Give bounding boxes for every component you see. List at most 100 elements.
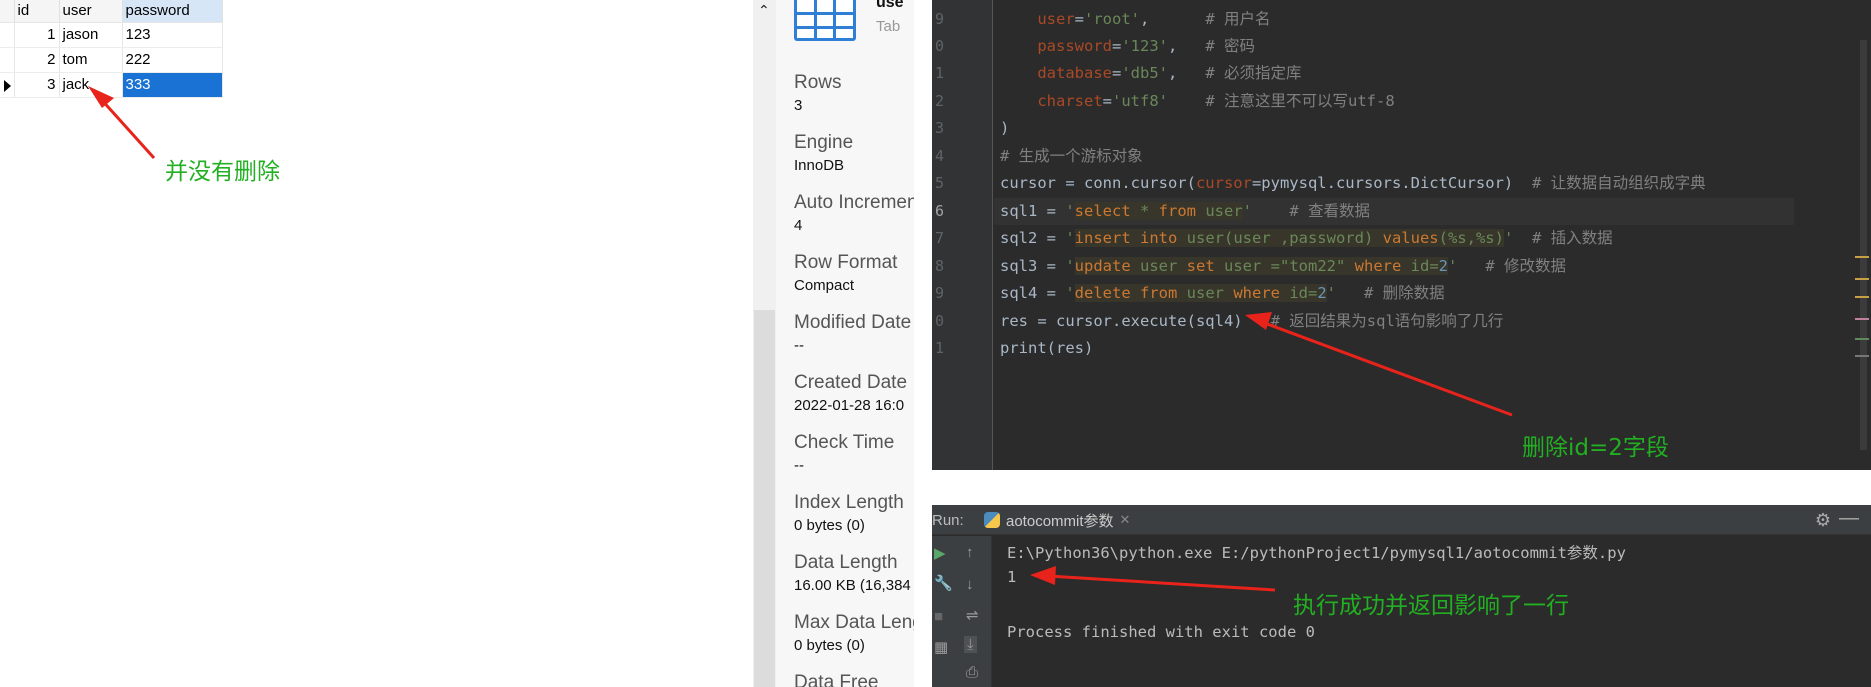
cell-password-selected[interactable]: 333 — [122, 72, 223, 98]
code-editor[interactable]: 9 0 1 2 3 4 5 6 7 8 9 0 1 user='root', #… — [932, 0, 1871, 470]
layout-icon[interactable]: ▦ — [934, 638, 948, 656]
sql-keyword: delete from — [1074, 284, 1178, 302]
prop-data-length: Data Length 16.00 KB (16,384 — [794, 552, 914, 594]
string-quote: ' — [1065, 257, 1075, 275]
code-line[interactable]: res = cursor.execute(sql4) # 返回结果为sql语句影… — [1000, 308, 1503, 335]
prop-label: Data Length — [794, 552, 898, 573]
code-token: sql1 = — [1000, 202, 1066, 220]
code-token: = — [1074, 10, 1084, 28]
line-number-gutter: 9 0 1 2 3 4 5 6 7 8 9 0 1 — [932, 0, 993, 470]
code-line-current[interactable]: sql1 = 'select * from user' # 查看数据 — [994, 198, 1794, 225]
table-info-pane: use Tab Rows 3 Engine InnoDB Auto Increm… — [776, 0, 914, 687]
code-line[interactable]: charset='utf8' # 注意这里不可以写utf-8 — [1000, 88, 1394, 115]
code-token: cursor = conn.cursor( — [1000, 174, 1196, 192]
error-stripe-marker[interactable] — [1855, 318, 1869, 320]
error-stripe-marker[interactable] — [1855, 355, 1869, 357]
annotation-not-deleted: 并没有删除 — [165, 159, 280, 185]
close-icon[interactable]: ✕ — [1120, 512, 1131, 528]
table-vertical-scrollbar[interactable]: ⌃ — [753, 0, 776, 687]
code-line[interactable]: sql2 = 'insert into user(user ,password)… — [1000, 225, 1613, 252]
prop-data-free: Data Free — [794, 672, 914, 687]
code-line[interactable]: ) — [1000, 115, 1009, 142]
error-stripe-marker[interactable] — [1855, 296, 1869, 298]
table-row[interactable]: 1 jason 123 — [0, 22, 223, 48]
code-line[interactable]: password='123', # 密码 — [1000, 33, 1255, 60]
cell-id[interactable]: 3 — [14, 72, 60, 98]
string-quote: ' — [1326, 284, 1337, 302]
table-row[interactable]: 3 jack 333 — [0, 72, 223, 98]
code-line[interactable]: user='root', # 用户名 — [1000, 6, 1270, 33]
scroll-up-arrow-icon[interactable]: ⌃ — [758, 2, 770, 19]
code-line[interactable]: sql3 = 'update user set user ="tom22" wh… — [1000, 253, 1566, 280]
prop-check-time: Check Time -- — [794, 432, 914, 474]
soft-wrap-icon[interactable]: ⇌ — [966, 606, 979, 624]
table-row[interactable]: 2 tom 222 — [0, 47, 223, 73]
scroll-up-icon[interactable]: ↑ — [966, 544, 974, 561]
code-line[interactable]: print(res) — [1000, 335, 1093, 362]
code-line[interactable]: cursor = conn.cursor(cursor=pymysql.curs… — [1000, 170, 1706, 197]
cell-id[interactable]: 1 — [14, 22, 60, 48]
column-header-id[interactable]: id — [14, 0, 60, 23]
sql-keyword: set — [1186, 257, 1215, 275]
scroll-to-end-icon[interactable]: ⤓ — [964, 636, 977, 653]
cell-password[interactable]: 222 — [122, 47, 223, 73]
line-number: 0 — [934, 37, 944, 55]
string-quote: ' — [1065, 284, 1075, 302]
minimize-icon[interactable]: — — [1839, 507, 1859, 530]
cell-user[interactable]: jack — [59, 72, 123, 98]
string-quote: ' — [1448, 257, 1458, 275]
run-toolbar: ▶ ↑ 🔧 ↓ ■ ⇌ ▦ ⤓ ⎙ — [932, 536, 992, 687]
string-quote: ' — [1242, 202, 1253, 220]
row-indicator-header — [0, 0, 15, 23]
error-stripe-marker[interactable] — [1855, 278, 1869, 280]
sql-text: * — [1130, 202, 1159, 220]
code-comment: # 修改数据 — [1485, 257, 1567, 275]
annotation-delete-field: 删除id=2字段 — [1522, 435, 1669, 461]
code-line[interactable]: database='db5', # 必须指定库 — [1000, 60, 1301, 87]
sql-number: 2 — [1317, 284, 1327, 302]
code-token: , — [1168, 37, 1178, 55]
error-stripe-marker[interactable] — [1855, 338, 1869, 340]
run-tab[interactable]: aotocommit参数 ✕ — [984, 509, 1130, 531]
code-token: sql3 = — [1000, 257, 1066, 275]
table-data-pane: id user password 1 jason 123 2 tom 222 3… — [0, 0, 755, 687]
line-number: 0 — [934, 312, 944, 330]
gear-icon[interactable]: ⚙ — [1815, 510, 1831, 531]
code-line[interactable]: # 生成一个游标对象 — [1000, 143, 1143, 170]
column-header-password[interactable]: password — [122, 0, 223, 23]
row-indicator — [0, 47, 15, 73]
wrench-icon[interactable]: 🔧 — [934, 574, 953, 592]
scrollbar-thumb[interactable] — [754, 310, 775, 687]
code-token: , — [1140, 10, 1150, 28]
cell-id[interactable]: 2 — [14, 47, 60, 73]
print-icon[interactable]: ⎙ — [966, 664, 978, 681]
table-type: Tab — [876, 18, 901, 35]
string-literal: 'utf8' — [1112, 92, 1168, 110]
scroll-down-icon[interactable]: ↓ — [966, 576, 974, 593]
code-token: = — [1102, 92, 1112, 110]
sql-text: user — [1177, 284, 1234, 302]
string-quote: ' — [1503, 229, 1514, 247]
sql-keyword: from — [1158, 202, 1196, 220]
sql-text: user — [1130, 257, 1187, 275]
string-literal: '123' — [1121, 37, 1168, 55]
sql-text: user — [1196, 202, 1243, 220]
prop-modified-date: Modified Date -- — [794, 312, 914, 354]
error-stripe-marker[interactable] — [1855, 256, 1869, 258]
prop-engine: Engine InnoDB — [794, 132, 914, 174]
cell-user[interactable]: jason — [59, 22, 123, 48]
column-header-user[interactable]: user — [59, 0, 123, 23]
sql-keyword: insert into — [1074, 229, 1178, 247]
cell-password[interactable]: 123 — [122, 22, 223, 48]
rerun-icon[interactable]: ▶ — [934, 544, 946, 562]
sql-number: 2 — [1438, 257, 1448, 275]
code-line[interactable]: sql4 = 'delete from user where id=2' # 删… — [1000, 280, 1445, 307]
row-indicator — [0, 72, 15, 98]
code-token: sql4 = — [1000, 284, 1066, 302]
stop-icon[interactable]: ■ — [934, 608, 943, 625]
prop-max-data-length: Max Data Length 0 bytes (0) — [794, 612, 914, 654]
line-number: 1 — [934, 64, 944, 82]
editor-scrollbar[interactable] — [1860, 40, 1867, 450]
code-comment: # 返回结果为sql语句影响了几行 — [1270, 312, 1504, 330]
cell-user[interactable]: tom — [59, 47, 123, 73]
